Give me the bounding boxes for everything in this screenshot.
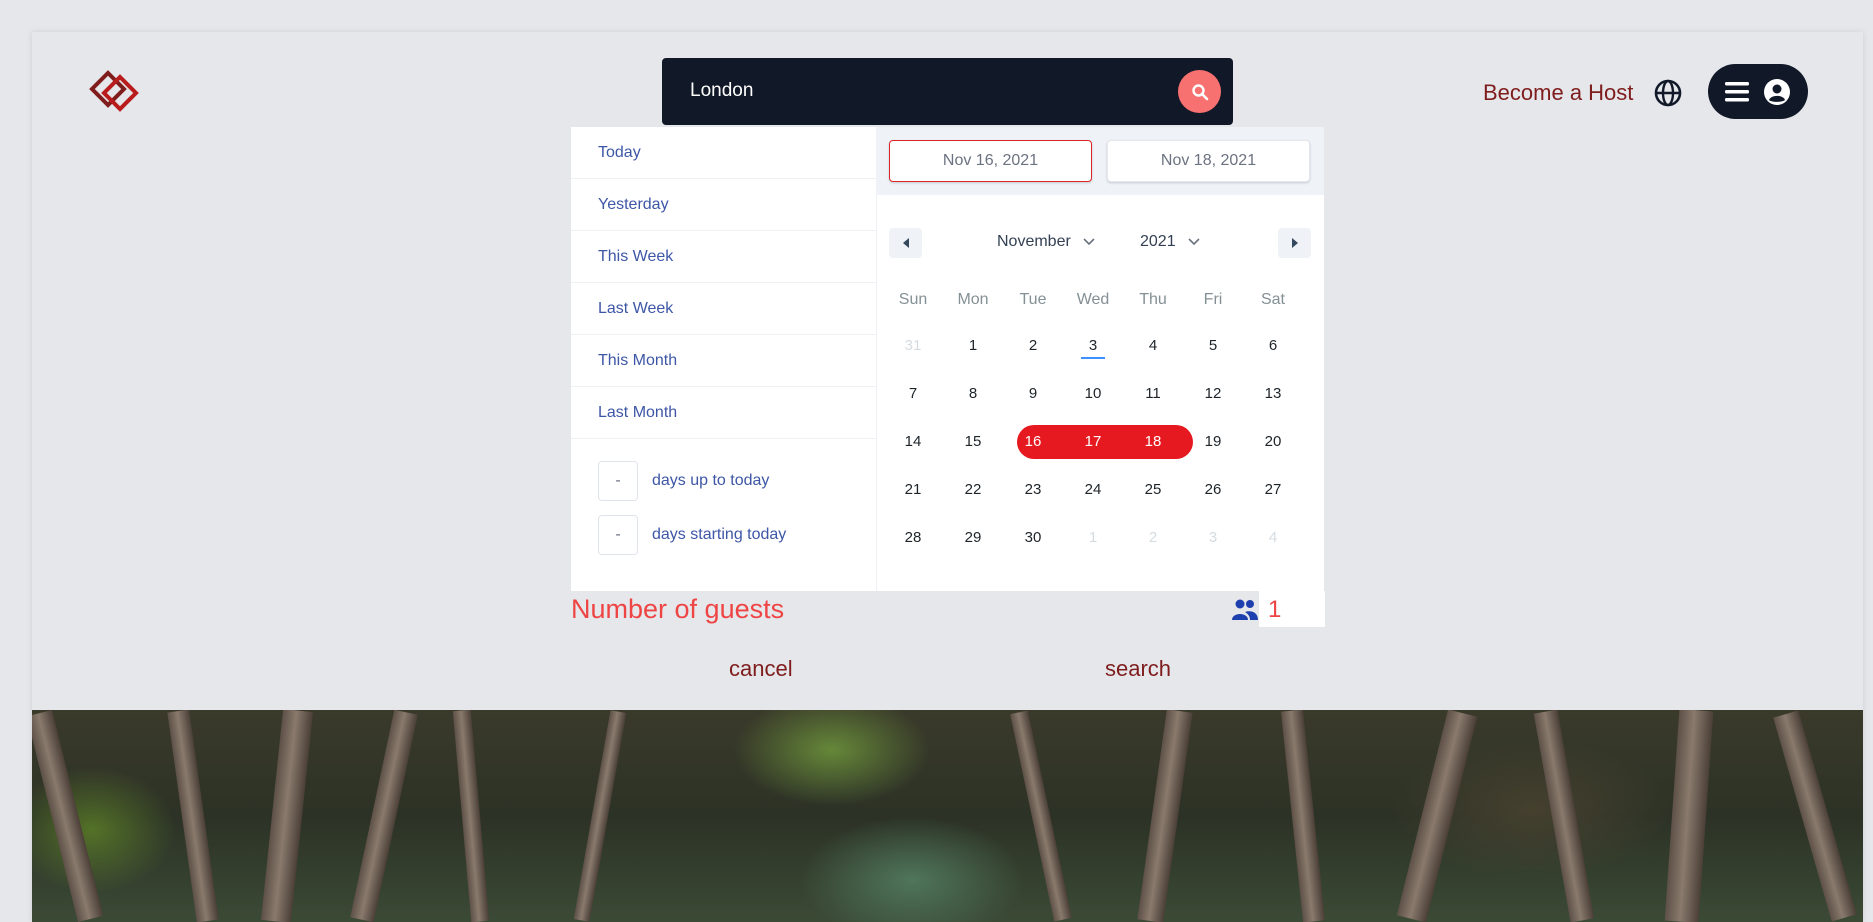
calendar-day[interactable]: 23 (1003, 473, 1063, 507)
globe-icon[interactable] (1653, 78, 1683, 108)
calendar-day[interactable]: 30 (1003, 521, 1063, 555)
date-display-bar: Nov 16, 2021 Nov 18, 2021 (876, 127, 1324, 195)
chevron-down-icon (1188, 238, 1200, 246)
calendar-day[interactable]: 2 (1003, 329, 1063, 363)
range-last-week[interactable]: Last Week (571, 283, 876, 335)
users-icon (1231, 598, 1259, 622)
month-select-value: November (997, 233, 1071, 250)
cancel-button[interactable]: cancel (729, 656, 793, 682)
next-month-button[interactable] (1278, 228, 1311, 258)
calendar-day[interactable]: 8 (943, 377, 1003, 411)
weekday-label: Wed (1076, 291, 1110, 308)
range-last-month[interactable]: Last Month (571, 387, 876, 439)
calendar-day[interactable]: 11 (1123, 377, 1183, 411)
calendar-day[interactable]: 21 (883, 473, 943, 507)
become-host-link[interactable]: Become a Host (1483, 80, 1633, 106)
submit-search-button[interactable]: search (1105, 656, 1171, 682)
input-range-days-up-to-today: - days up to today (598, 461, 769, 501)
calendar-day[interactable]: 7 (883, 377, 943, 411)
weekday-label: Tue (1019, 291, 1047, 308)
user-menu-button[interactable] (1708, 64, 1808, 119)
chevron-down-icon (1083, 238, 1095, 246)
location-search-bar[interactable]: London (662, 58, 1233, 125)
calendar-day-passive: 31 (904, 337, 922, 354)
calendar-day-passive: 3 (1208, 529, 1218, 546)
calendar-day[interactable]: 6 (1243, 329, 1303, 363)
month-select[interactable]: November (997, 233, 1095, 251)
calendar-day-passive: 2 (1148, 529, 1158, 546)
calendar-day[interactable]: 27 (1243, 473, 1303, 507)
calendar-day[interactable]: 25 (1123, 473, 1183, 507)
calendar-day[interactable]: 18 (1123, 425, 1183, 459)
calendar-day[interactable]: 22 (943, 473, 1003, 507)
weekday-label: Sun (898, 291, 928, 308)
range-today[interactable]: Today (571, 127, 876, 179)
static-ranges-panel: Today Yesterday This Week Last Week This… (571, 127, 877, 591)
calendar-day[interactable]: 29 (943, 521, 1003, 555)
calendar-day[interactable]: 24 (1063, 473, 1123, 507)
hero-forest-image (32, 710, 1863, 922)
date-range-picker: Today Yesterday This Week Last Week This… (571, 127, 1324, 591)
search-icon (1191, 83, 1208, 100)
logo[interactable] (86, 69, 142, 113)
calendar-day[interactable]: 13 (1243, 377, 1303, 411)
calendar-day[interactable]: 4 (1123, 329, 1183, 363)
calendar-day[interactable]: 9 (1003, 377, 1063, 411)
calendar-day[interactable]: 15 (943, 425, 1003, 459)
user-avatar-icon (1764, 78, 1790, 105)
range-this-week[interactable]: This Week (571, 231, 876, 283)
location-input-value[interactable]: London (690, 80, 753, 102)
calendar-day[interactable]: 5 (1183, 329, 1243, 363)
calendar-day[interactable]: 14 (883, 425, 943, 459)
hamburger-icon (1725, 81, 1749, 101)
year-select-value: 2021 (1140, 233, 1176, 250)
weekday-label: Thu (1139, 291, 1167, 308)
range-yesterday[interactable]: Yesterday (571, 179, 876, 231)
search-button[interactable] (1178, 70, 1221, 113)
end-date-field[interactable]: Nov 18, 2021 (1107, 140, 1310, 182)
days-starting-today-input[interactable]: - (598, 515, 638, 555)
guest-count-input[interactable]: 1 (1259, 591, 1325, 627)
guests-label: Number of guests (571, 594, 785, 624)
caret-right-icon (1291, 238, 1298, 248)
calendar-day[interactable]: 17 (1063, 425, 1123, 459)
calendar-day[interactable]: 3 (1063, 329, 1123, 363)
days-up-to-today-input[interactable]: - (598, 461, 638, 501)
calendar-day[interactable]: 26 (1183, 473, 1243, 507)
calendar-day-passive: 1 (1088, 529, 1098, 546)
days-up-to-today-label: days up to today (652, 472, 770, 489)
calendar-day[interactable]: 12 (1183, 377, 1243, 411)
calendar-panel: Nov 16, 2021 Nov 18, 2021 November 2021 … (876, 127, 1324, 591)
calendar-day[interactable]: 28 (883, 521, 943, 555)
year-select[interactable]: 2021 (1140, 233, 1200, 251)
calendar-day[interactable]: 20 (1243, 425, 1303, 459)
calendar-day[interactable]: 16 (1003, 425, 1063, 459)
input-range-days-starting-today: - days starting today (598, 515, 786, 555)
caret-left-icon (902, 238, 909, 248)
calendar-day[interactable]: 19 (1183, 425, 1243, 459)
range-this-month[interactable]: This Month (571, 335, 876, 387)
calendar-day-passive: 4 (1268, 529, 1278, 546)
weekday-label: Fri (1203, 291, 1223, 308)
weekday-label: Sat (1260, 291, 1285, 308)
calendar-day[interactable]: 1 (943, 329, 1003, 363)
days-starting-today-label: days starting today (652, 526, 787, 543)
calendar-day[interactable]: 10 (1063, 377, 1123, 411)
weekday-label: Mon (957, 291, 989, 308)
prev-month-button[interactable] (889, 228, 922, 258)
start-date-field[interactable]: Nov 16, 2021 (889, 140, 1092, 182)
